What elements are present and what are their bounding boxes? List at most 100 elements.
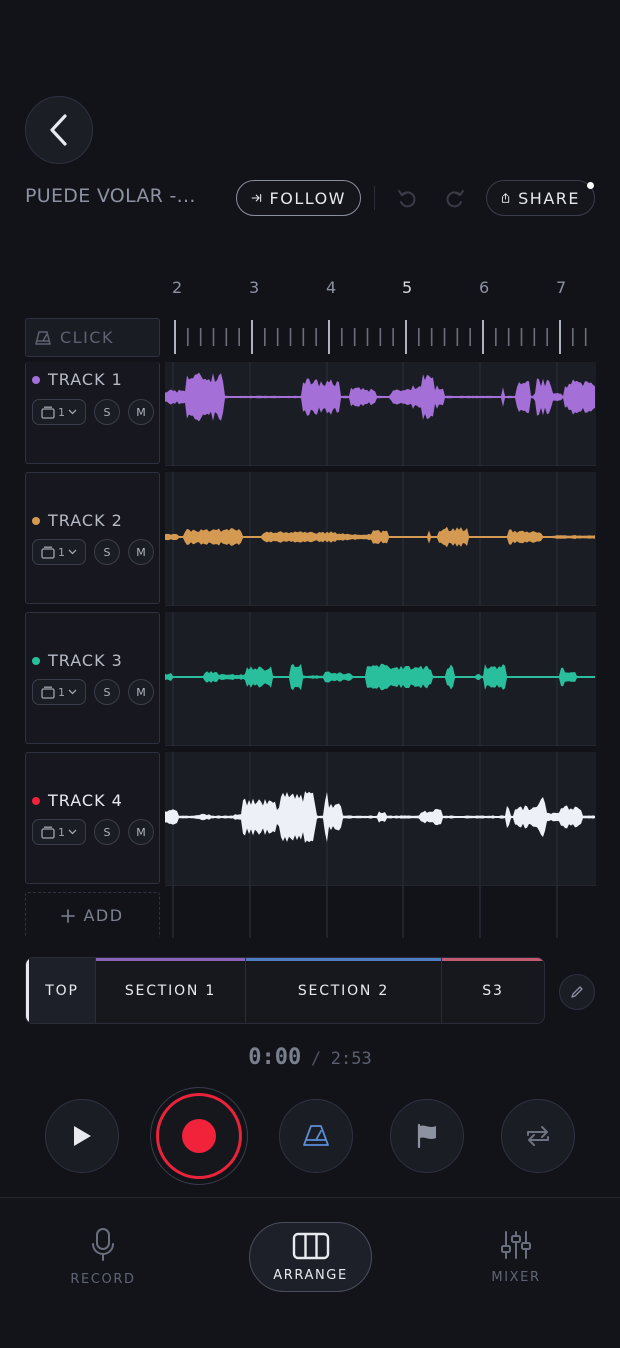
mute-button[interactable]: M <box>128 399 154 425</box>
track-name: TRACK 4 <box>48 791 123 810</box>
solo-button[interactable]: S <box>94 819 120 845</box>
track-lane-2[interactable] <box>165 472 596 606</box>
track-controls: 1 S M <box>32 679 154 705</box>
track-lane-1[interactable] <box>165 362 596 466</box>
input-icon <box>41 546 55 559</box>
chevron-down-icon <box>68 829 77 835</box>
section-top[interactable]: TOP <box>26 958 96 1023</box>
input-number: 1 <box>58 405 65 419</box>
track-controls: 1 S M <box>32 539 154 565</box>
time-separator: / <box>310 1049 322 1069</box>
empty-lane-area[interactable] <box>165 886 596 938</box>
pencil-icon <box>571 986 583 998</box>
redo-icon <box>446 190 464 208</box>
metronome-icon <box>35 330 51 345</box>
flag-icon <box>417 1123 436 1149</box>
undo-icon <box>398 190 416 208</box>
input-icon <box>41 406 55 419</box>
input-number: 1 <box>58 545 65 559</box>
follow-button[interactable]: FOLLOW <box>236 180 361 216</box>
record-button[interactable] <box>150 1087 248 1185</box>
marker-button[interactable] <box>390 1099 464 1173</box>
track-title: TRACK 3 <box>32 651 123 670</box>
nav-record-label: RECORD <box>70 1272 136 1287</box>
waveform <box>165 372 595 422</box>
bar-number: 2 <box>172 278 183 297</box>
edit-sections-button[interactable] <box>559 974 595 1010</box>
input-select[interactable]: 1 <box>32 679 86 705</box>
timeline-ruler[interactable] <box>170 320 596 356</box>
undo-button[interactable] <box>396 186 418 214</box>
notification-dot <box>587 182 594 189</box>
redo-button[interactable] <box>444 186 466 214</box>
add-track-button[interactable]: ADD <box>25 892 160 938</box>
share-label: SHARE <box>518 188 580 208</box>
bar-number: 7 <box>556 278 567 297</box>
metronome-button[interactable] <box>279 1099 353 1173</box>
nav-mixer-label: MIXER <box>491 1270 541 1285</box>
track-controls: 1 S M <box>32 819 154 845</box>
section-2[interactable]: SECTION 2 <box>246 958 442 1023</box>
mute-button[interactable]: M <box>128 819 154 845</box>
mixer-icon <box>501 1231 531 1259</box>
track-header-4[interactable]: TRACK 4 1 S M <box>25 752 160 884</box>
section-3[interactable]: S3 <box>442 958 544 1023</box>
section-1[interactable]: SECTION 1 <box>96 958 246 1023</box>
solo-button[interactable]: S <box>94 679 120 705</box>
bar-number: 3 <box>249 278 260 297</box>
mute-button[interactable]: M <box>128 539 154 565</box>
back-button[interactable] <box>25 96 93 164</box>
track-lane-4[interactable] <box>165 752 596 886</box>
track-color-dot <box>32 375 40 384</box>
section-color-bar <box>442 958 544 961</box>
input-select[interactable]: 1 <box>32 539 86 565</box>
input-icon <box>41 826 55 839</box>
track-title: TRACK 4 <box>32 791 123 810</box>
track-title: TRACK 1 <box>32 370 123 389</box>
nav-arrange[interactable]: ARRANGE <box>249 1222 372 1292</box>
track-header-2[interactable]: TRACK 2 1 S M <box>25 472 160 604</box>
waveform <box>165 663 595 691</box>
header-divider <box>374 186 375 210</box>
section-label: S3 <box>482 982 504 999</box>
click-toggle-button[interactable]: CLICK <box>25 318 160 357</box>
section-label: SECTION 2 <box>297 982 390 999</box>
total-time: 2:53 <box>330 1049 372 1069</box>
loop-button[interactable] <box>501 1099 575 1173</box>
section-color-bar <box>96 958 245 961</box>
bar-number: 4 <box>326 278 337 297</box>
metronome-icon <box>303 1125 329 1146</box>
track-name: TRACK 3 <box>48 651 123 670</box>
share-icon <box>501 193 510 203</box>
track-header-1[interactable]: TRACK 1 1 S M <box>25 362 160 464</box>
nav-mixer[interactable]: MIXER <box>481 1230 551 1285</box>
track-header-3[interactable]: TRACK 3 1 S M <box>25 612 160 744</box>
chevron-down-icon <box>68 549 77 555</box>
input-select[interactable]: 1 <box>32 399 86 425</box>
track-title: TRACK 2 <box>32 511 123 530</box>
input-number: 1 <box>58 685 65 699</box>
nav-record[interactable]: RECORD <box>62 1228 144 1287</box>
solo-button[interactable]: S <box>94 399 120 425</box>
play-button[interactable] <box>45 1099 119 1173</box>
share-button[interactable]: SHARE <box>486 180 595 216</box>
mute-button[interactable]: M <box>128 679 154 705</box>
time-display: 0:00 / 2:53 <box>0 1045 620 1070</box>
record-icon <box>182 1119 216 1153</box>
section-bar: TOP SECTION 1 SECTION 2 S3 <box>25 957 545 1024</box>
song-title[interactable]: PUEDE VOLAR -... <box>25 185 196 207</box>
chevron-down-icon <box>68 409 77 415</box>
nav-arrange-label: ARRANGE <box>273 1267 348 1283</box>
plus-icon <box>61 908 76 923</box>
bar-number: 6 <box>479 278 490 297</box>
current-time: 0:00 <box>248 1045 302 1070</box>
track-lane-3[interactable] <box>165 612 596 746</box>
chevron-left-icon <box>50 114 67 146</box>
input-icon <box>41 686 55 699</box>
track-color-dot <box>32 796 40 805</box>
solo-button[interactable]: S <box>94 539 120 565</box>
track-color-dot <box>32 656 40 665</box>
click-label: CLICK <box>60 328 114 347</box>
input-select[interactable]: 1 <box>32 819 86 845</box>
add-label: ADD <box>83 906 124 925</box>
